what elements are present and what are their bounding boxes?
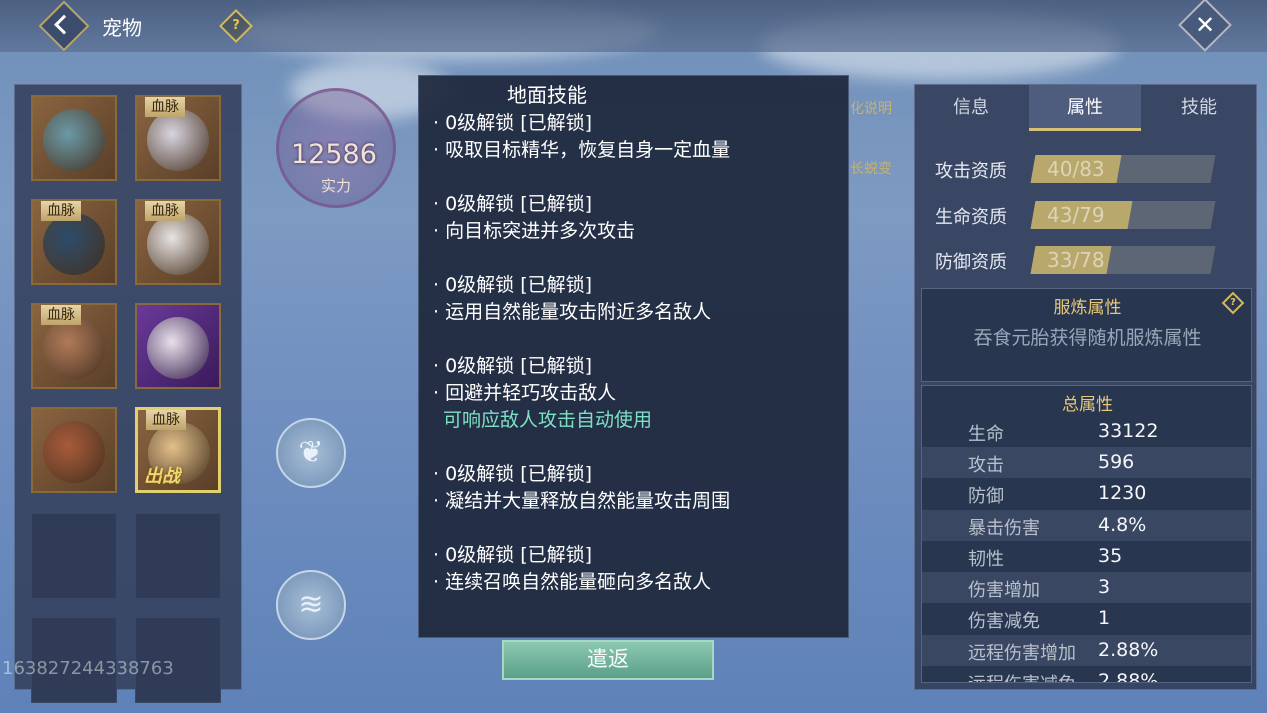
- aptitude-value: 43/79: [1047, 203, 1105, 227]
- evolution-info-hint[interactable]: 化说明: [850, 98, 892, 118]
- skill-unlock: · 0级解锁 [已解锁]: [433, 112, 593, 134]
- pet-slot-2[interactable]: 血脉: [135, 95, 221, 181]
- stat-row: 暴击伤害 4.8%: [922, 510, 1251, 541]
- total-stats-section: 总属性 生命 33122 攻击 596 防御 1230 暴击伤害 4.8% 韧性 35 伤…: [921, 385, 1252, 683]
- total-title: 总属性: [1062, 395, 1113, 415]
- skill-desc: · 运用自然能量攻击附近多名敌人: [433, 301, 712, 323]
- pet-portrait: [147, 317, 209, 379]
- pet-portrait: [147, 109, 209, 171]
- skill-desc: · 吸取目标精华，恢复自身一定血量: [433, 139, 731, 161]
- stat-row: 伤害增加 3: [922, 572, 1251, 603]
- skill-tooltip: 地面技能 · 0级解锁 [已解锁] · 吸取目标精华，恢复自身一定血量 · 0级…: [418, 75, 849, 638]
- aptitude-health: 生命资质 43/79: [935, 201, 1235, 231]
- aptitude-defense: 防御资质 33/78: [935, 246, 1235, 276]
- wave-icon: ≋: [298, 587, 324, 622]
- skill-unlock: · 0级解锁 [已解锁]: [433, 355, 593, 377]
- page-title: 宠物: [102, 16, 142, 40]
- pet-slot-3[interactable]: 血脉: [31, 199, 117, 285]
- skill-desc: · 回避并轻巧攻击敌人: [433, 382, 617, 404]
- skill-desc: · 向目标突进并多次攻击: [433, 220, 636, 242]
- pet-portrait: [43, 213, 105, 275]
- skill-desc: · 连续召唤自然能量砸向多名敌人: [433, 571, 712, 593]
- close-icon: ✕: [1194, 10, 1216, 39]
- close-button[interactable]: ✕: [1178, 0, 1232, 52]
- attribute-panel: 信息 属性 技能 攻击资质 40/83 生命资质 43/79 防御资质 33/7…: [914, 84, 1257, 690]
- skill-unlock: · 0级解锁 [已解锁]: [433, 193, 593, 215]
- bloodline-tag: 血脉: [146, 410, 186, 430]
- skill-unlock: · 0级解锁 [已解锁]: [433, 544, 593, 566]
- pet-portrait: [43, 109, 105, 171]
- back-button[interactable]: [38, 0, 90, 52]
- aptitude-value: 33/78: [1047, 248, 1105, 272]
- stat-row: 攻击 596: [922, 447, 1251, 478]
- refine-title: 服炼属性: [1053, 298, 1122, 318]
- pet-slot-8[interactable]: 血脉 出战: [135, 407, 221, 493]
- pet-slot-1[interactable]: [31, 95, 117, 181]
- question-icon: ?: [1230, 297, 1236, 308]
- refine-section: 服炼属性 ? 吞食元胎获得随机服炼属性: [921, 288, 1252, 382]
- pet-portrait: [43, 421, 105, 483]
- stat-row: 远程伤害减免2.88%: [968, 670, 1159, 683]
- tooltip-title: 地面技能: [507, 83, 587, 107]
- help-button[interactable]: ?: [219, 9, 253, 43]
- refine-help-button[interactable]: ?: [1221, 291, 1245, 315]
- stat-row: 伤害减免 1: [968, 607, 1111, 632]
- empty-slot[interactable]: [135, 513, 221, 599]
- bird-icon: ❦: [298, 435, 324, 470]
- aptitude-value: 40/83: [1047, 157, 1105, 181]
- bloodline-tag: 血脉: [41, 201, 81, 221]
- pet-slot-5[interactable]: 血脉: [31, 303, 117, 389]
- stat-row: 韧性 35: [968, 545, 1123, 570]
- pet-portrait: [43, 317, 105, 379]
- stat-row: 远程伤害增加 2.88%: [922, 635, 1251, 666]
- bloodline-tag: 血脉: [41, 305, 81, 325]
- skill-note: 可响应敌人攻击自动使用: [443, 409, 653, 431]
- skill-bubble-wave[interactable]: ≋: [276, 570, 346, 640]
- tab-attributes[interactable]: 属性: [1029, 85, 1141, 131]
- refine-text: 吞食元胎获得随机服炼属性: [973, 327, 1202, 349]
- growth-transform-hint[interactable]: 长蜕变: [850, 158, 892, 178]
- bloodline-tag: 血脉: [145, 97, 185, 117]
- pet-list-panel: 血脉 血脉 血脉 血脉 血脉 出战: [14, 84, 242, 703]
- user-id-watermark: 163827244338763: [2, 658, 174, 679]
- top-bar: 宠物 ? ✕: [0, 0, 1267, 52]
- power-label: 实力: [321, 177, 352, 195]
- empty-slot[interactable]: [31, 513, 117, 599]
- tab-skills[interactable]: 技能: [1143, 85, 1255, 131]
- pet-slot-7[interactable]: [31, 407, 117, 493]
- tab-bar: 信息 属性 技能: [915, 85, 1256, 131]
- skill-bubble-bird[interactable]: ❦: [276, 418, 346, 488]
- pet-slot-6[interactable]: [135, 303, 221, 389]
- power-value: 12586: [291, 139, 377, 170]
- aptitude-attack: 攻击资质 40/83: [935, 155, 1235, 185]
- skill-unlock: · 0级解锁 [已解锁]: [433, 463, 593, 485]
- pet-slot-4[interactable]: 血脉: [135, 199, 221, 285]
- skill-desc: · 凝结并大量释放自然能量攻击周围: [433, 490, 731, 512]
- dismiss-button[interactable]: 遣返: [502, 640, 714, 680]
- bloodline-tag: 血脉: [145, 201, 185, 221]
- question-icon: ?: [232, 18, 240, 33]
- pet-portrait: [147, 213, 209, 275]
- back-arrow-icon: [54, 14, 74, 35]
- tab-info[interactable]: 信息: [915, 85, 1027, 131]
- power-emblem: 12586 实力: [276, 88, 396, 208]
- skill-unlock: · 0级解锁 [已解锁]: [433, 274, 593, 296]
- stat-row: 防御 1230: [968, 482, 1147, 507]
- deployed-badge: 出战: [144, 466, 180, 487]
- stat-row: 生命 33122: [968, 420, 1159, 445]
